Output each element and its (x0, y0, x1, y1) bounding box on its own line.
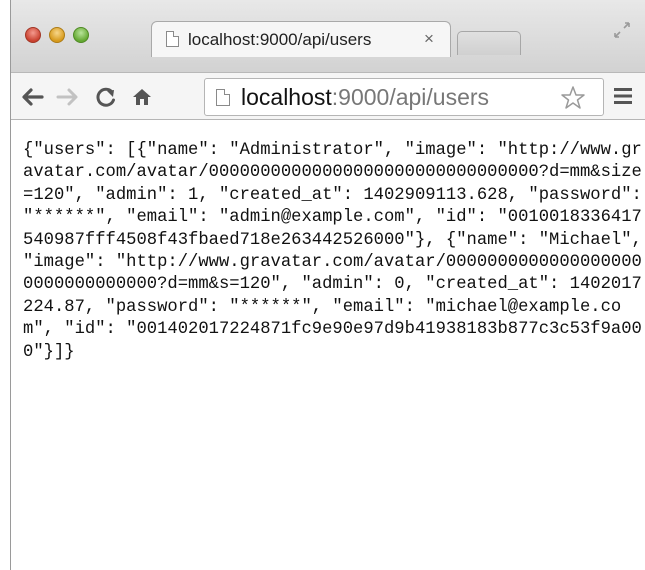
tab-active[interactable]: localhost:9000/api/users × (151, 21, 451, 57)
fullscreen-icon[interactable] (613, 21, 631, 39)
tab-close-button[interactable]: × (424, 29, 434, 49)
forward-arrow-icon (56, 88, 78, 106)
window-close-button[interactable] (25, 27, 41, 43)
json-response-text: {"users": [{"name": "Administrator", "im… (23, 141, 642, 362)
url-path: :9000/api/users (331, 84, 490, 110)
home-icon (133, 89, 151, 105)
browser-toolbar: localhost:9000/api/users (11, 72, 645, 120)
bookmark-star-icon[interactable] (560, 85, 586, 111)
forward-button[interactable] (53, 82, 83, 112)
reload-button[interactable] (91, 82, 121, 112)
window-zoom-button[interactable] (73, 27, 89, 43)
page-content: {"users": [{"name": "Administrator", "im… (11, 120, 645, 570)
reload-icon (96, 87, 115, 107)
new-tab-button[interactable] (457, 31, 521, 55)
page-icon (216, 89, 230, 106)
url-host: localhost (241, 84, 332, 110)
page-icon (166, 31, 179, 47)
home-button[interactable] (127, 82, 157, 112)
tab-title: localhost:9000/api/users (188, 30, 372, 49)
url-text[interactable]: localhost:9000/api/users (241, 84, 489, 111)
hamburger-menu-icon[interactable] (613, 86, 633, 106)
address-bar[interactable]: localhost:9000/api/users (204, 78, 604, 116)
window-minimize-button[interactable] (49, 27, 65, 43)
back-button[interactable] (17, 82, 47, 112)
title-bar: localhost:9000/api/users × (11, 0, 645, 72)
back-arrow-icon (22, 88, 44, 106)
browser-window: localhost:9000/api/users × localhost:900… (10, 0, 645, 570)
